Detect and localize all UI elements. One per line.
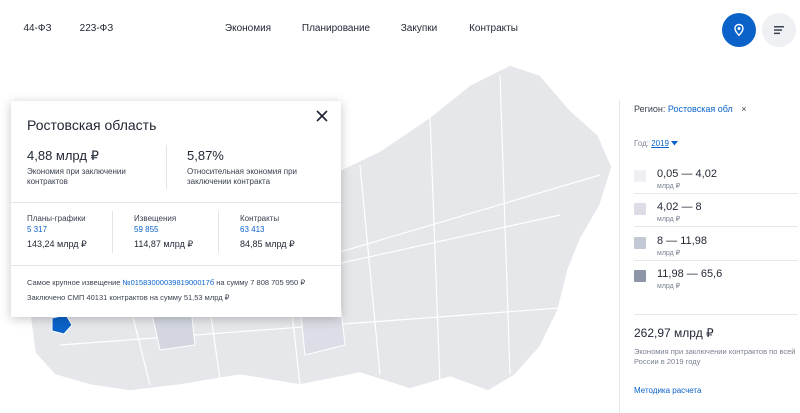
- legend-range-2: 4,02 — 8: [657, 201, 702, 213]
- largest-notice: Самое крупное извещение №015830000398190…: [27, 278, 306, 287]
- total-savings: 262,97 млрд ₽: [634, 326, 714, 340]
- stat-notices-count[interactable]: 59 855: [134, 225, 158, 234]
- tab-contracts[interactable]: Контракты: [456, 18, 531, 40]
- region-clear-icon[interactable]: ×: [741, 104, 746, 114]
- relative-savings-value: 5,87%: [187, 148, 224, 163]
- stat-plans-amount: 143,24 млрд ₽: [27, 239, 87, 249]
- stat-contracts-amount: 84,85 млрд ₽: [240, 239, 295, 249]
- tab-44fz[interactable]: 44-ФЗ: [12, 18, 63, 40]
- stat-plans-count[interactable]: 5 317: [27, 225, 47, 234]
- filter-lines-icon: [774, 26, 784, 35]
- filter-button[interactable]: [762, 13, 796, 47]
- stat-contracts-label: Контракты: [240, 214, 280, 223]
- largest-notice-link[interactable]: №0158300003981900017б: [123, 278, 215, 287]
- location-button[interactable]: [722, 13, 756, 47]
- savings-label-1: Экономия при заключении: [27, 167, 126, 176]
- stat-notices-amount: 114,87 млрд ₽: [134, 239, 194, 249]
- relative-label-2: заключении контракта: [187, 177, 271, 186]
- region-label: Регион:: [634, 104, 666, 114]
- year-label: Год:: [634, 139, 649, 148]
- map-pin-icon: [734, 23, 744, 37]
- year-select[interactable]: 2019: [651, 139, 669, 148]
- close-icon[interactable]: [313, 107, 331, 125]
- legend-unit-1: млрд ₽: [657, 183, 681, 190]
- savings-value: 4,88 млрд ₽: [27, 148, 99, 163]
- legend-range-3: 8 — 11,98: [657, 235, 707, 247]
- legend-unit-3: млрд ₽: [657, 250, 681, 257]
- legend-range-1: 0,05 — 4,02: [657, 168, 717, 180]
- tab-economy[interactable]: Экономия: [212, 18, 284, 40]
- methodology-link[interactable]: Методика расчета: [634, 386, 701, 395]
- legend-unit-2: млрд ₽: [657, 216, 681, 223]
- tab-223fz[interactable]: 223-ФЗ: [68, 18, 125, 40]
- region-value[interactable]: Ростовская обл: [668, 104, 733, 114]
- smp-summary: Заключено СМП 40131 контрактов на сумму …: [27, 293, 230, 302]
- savings-label-2: контрактов: [27, 177, 68, 186]
- legend-swatch-1: [634, 170, 646, 182]
- year-filter: Год: 2019: [634, 139, 679, 148]
- region-filter: Регион: Ростовская обл ×: [634, 104, 747, 114]
- sidebar-panel: Регион: Ростовская обл × Год: 2019 0,05 …: [619, 100, 800, 413]
- legend-range-4: 11,98 — 65,6: [657, 268, 723, 280]
- legend-unit-4: млрд ₽: [657, 283, 681, 290]
- chevron-down-icon[interactable]: [671, 141, 679, 146]
- tab-planning[interactable]: Планирование: [290, 18, 382, 40]
- legend-swatch-4: [634, 270, 646, 282]
- legend-swatch-2: [634, 203, 646, 215]
- total-savings-description: Экономия при заключении контрактов по вс…: [634, 347, 796, 366]
- stat-notices-label: Извещения: [134, 214, 177, 223]
- relative-label-1: Относительная экономия при: [187, 167, 297, 176]
- stat-plans-label: Планы-графики: [27, 214, 86, 223]
- stat-contracts-count[interactable]: 63 413: [240, 225, 264, 234]
- region-popup: Ростовская область 4,88 млрд ₽ Экономия …: [11, 101, 341, 317]
- legend-swatch-3: [634, 237, 646, 249]
- tab-purchases[interactable]: Закупки: [388, 18, 450, 40]
- popup-title: Ростовская область: [27, 117, 157, 133]
